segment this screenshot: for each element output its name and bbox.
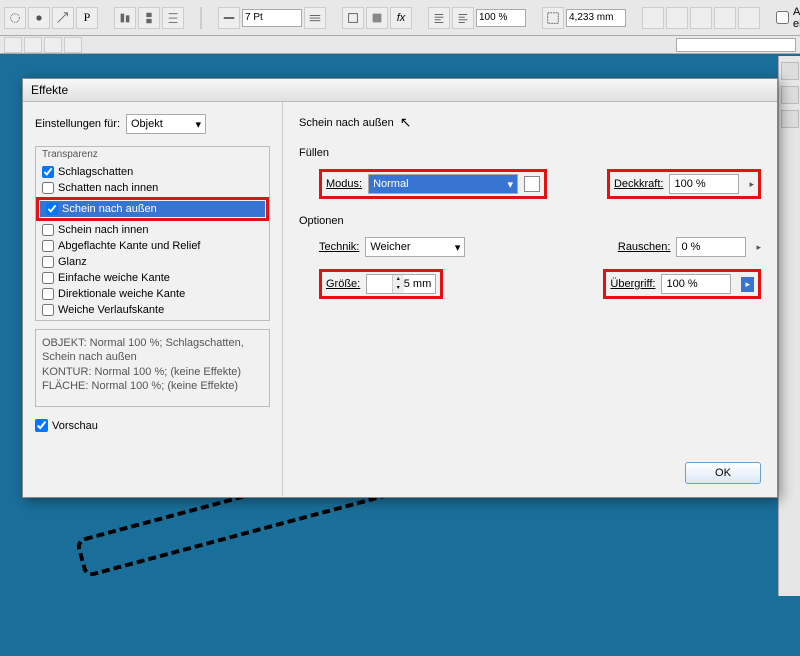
tree-item-schein-aussen[interactable]: Schein nach außen [40,201,265,217]
toolbar-row2 [0,36,800,54]
side-tool-2[interactable] [781,86,799,104]
fit1-icon[interactable] [642,7,664,29]
deckkraft-input[interactable]: 100 % [669,174,739,194]
fit2-icon[interactable] [666,7,688,29]
deckkraft-highlight: Deckkraft: 100 % ▸ [607,169,761,199]
transparency-group: Transparenz Schlagschatten Schatten nach… [35,146,270,321]
uebergriff-input[interactable]: 100 % [661,274,731,294]
options-group-title: Optionen [299,215,761,227]
fit5-icon[interactable] [738,7,760,29]
modus-label: Modus: [326,178,362,190]
align2-icon[interactable] [138,7,160,29]
zoom-input[interactable] [476,9,526,27]
technik-select[interactable]: Weicher▾ [365,237,465,257]
cursor-icon: ↖ [400,114,412,131]
technik-label: Technik: [319,241,359,253]
groesse-highlight: Größe: ▴▾ 5 mm [319,269,443,299]
settings-for-label: Einstellungen für: [35,118,120,130]
rauschen-label: Rauschen: [618,241,671,253]
highlighted-red-box: Schein nach außen [36,197,269,221]
para2-icon[interactable] [452,7,474,29]
modus-select[interactable]: Normal▾ [368,174,518,194]
dialog-title: Effekte [23,79,777,102]
side-tool-1[interactable] [781,62,799,80]
modus-highlight: Modus: Normal▾ [319,169,547,199]
tool-star-icon[interactable] [4,7,26,29]
object-info-box: OBJEKT: Normal 100 %; Schlagschatten, Sc… [35,329,270,407]
tree-item-schatten-innen[interactable]: Schatten nach innen [36,180,269,196]
groesse-input[interactable]: ▴▾ 5 mm [366,274,436,294]
tool-arrow-icon[interactable] [52,7,74,29]
arrow-icon[interactable]: ▸ [756,242,761,253]
main-toolbar: P fx Automatisch einpassen [0,0,800,36]
mini4-icon[interactable] [64,37,82,53]
gradient-icon[interactable] [366,7,388,29]
effect-list: Schlagschatten Schatten nach innen Schei… [36,162,269,320]
mini2-icon[interactable] [24,37,42,53]
tool-sun-icon[interactable] [28,7,50,29]
side-tool-3[interactable] [781,110,799,128]
para-icon[interactable] [428,7,450,29]
tree-item-schein-innen[interactable]: Schein nach innen [36,222,269,238]
mini-input[interactable] [676,38,796,52]
tree-item-verlaufskante[interactable]: Weiche Verlaufskante [36,302,269,318]
width-input[interactable] [566,9,626,27]
tree-item-einfache-kante[interactable]: Einfache weiche Kante [36,270,269,286]
color-picker-icon[interactable] [524,176,540,192]
color-swatch[interactable] [200,7,202,29]
autofit-checkbox[interactable]: Automatisch einpassen [776,6,800,30]
tree-item-glanz[interactable]: Glanz [36,254,269,270]
stroke-style-icon[interactable] [304,7,326,29]
tree-item-schlagschatten[interactable]: Schlagschatten [36,164,269,180]
align-icon[interactable] [114,7,136,29]
stroke-pt-input[interactable] [242,9,302,27]
mini3-icon[interactable] [44,37,62,53]
distribute-icon[interactable] [162,7,184,29]
preview-checkbox[interactable]: Vorschau [35,419,270,432]
groesse-label: Größe: [326,278,360,290]
tree-item-kante-relief[interactable]: Abgeflachte Kante und Relief [36,238,269,254]
arrow-icon[interactable]: ▸ [741,277,754,292]
dialog-right-pane: Schein nach außen ↖ Füllen Modus: Normal… [283,102,777,496]
rauschen-input[interactable]: 0 % [676,237,746,257]
fx-icon[interactable]: fx [390,7,412,29]
uebergriff-highlight: Übergriff: 100 % ▸ [603,269,761,299]
tool-p-icon[interactable]: P [76,7,98,29]
settings-for-select[interactable]: Objekt▾ [126,114,206,134]
panel-title: Schein nach außen [299,117,394,129]
fill-group-title: Füllen [299,147,761,159]
right-tool-strip [778,56,800,596]
dialog-left-pane: Einstellungen für: Objekt▾ Transparenz S… [23,102,283,496]
autofit-label: Automatisch einpassen [793,6,800,30]
corner-icon[interactable] [342,7,364,29]
stroke-icon[interactable] [218,7,240,29]
fit4-icon[interactable] [714,7,736,29]
ok-button[interactable]: OK [685,462,761,484]
effects-dialog: Effekte Einstellungen für: Objekt▾ Trans… [22,78,778,498]
tree-item-direktionale-kante[interactable]: Direktionale weiche Kante [36,286,269,302]
group-title: Transparenz [36,147,269,162]
fit3-icon[interactable] [690,7,712,29]
mini1-icon[interactable] [4,37,22,53]
arrow-icon[interactable]: ▸ [749,179,754,190]
uebergriff-label: Übergriff: [610,278,655,290]
deckkraft-label: Deckkraft: [614,178,664,190]
frame-icon[interactable] [542,7,564,29]
